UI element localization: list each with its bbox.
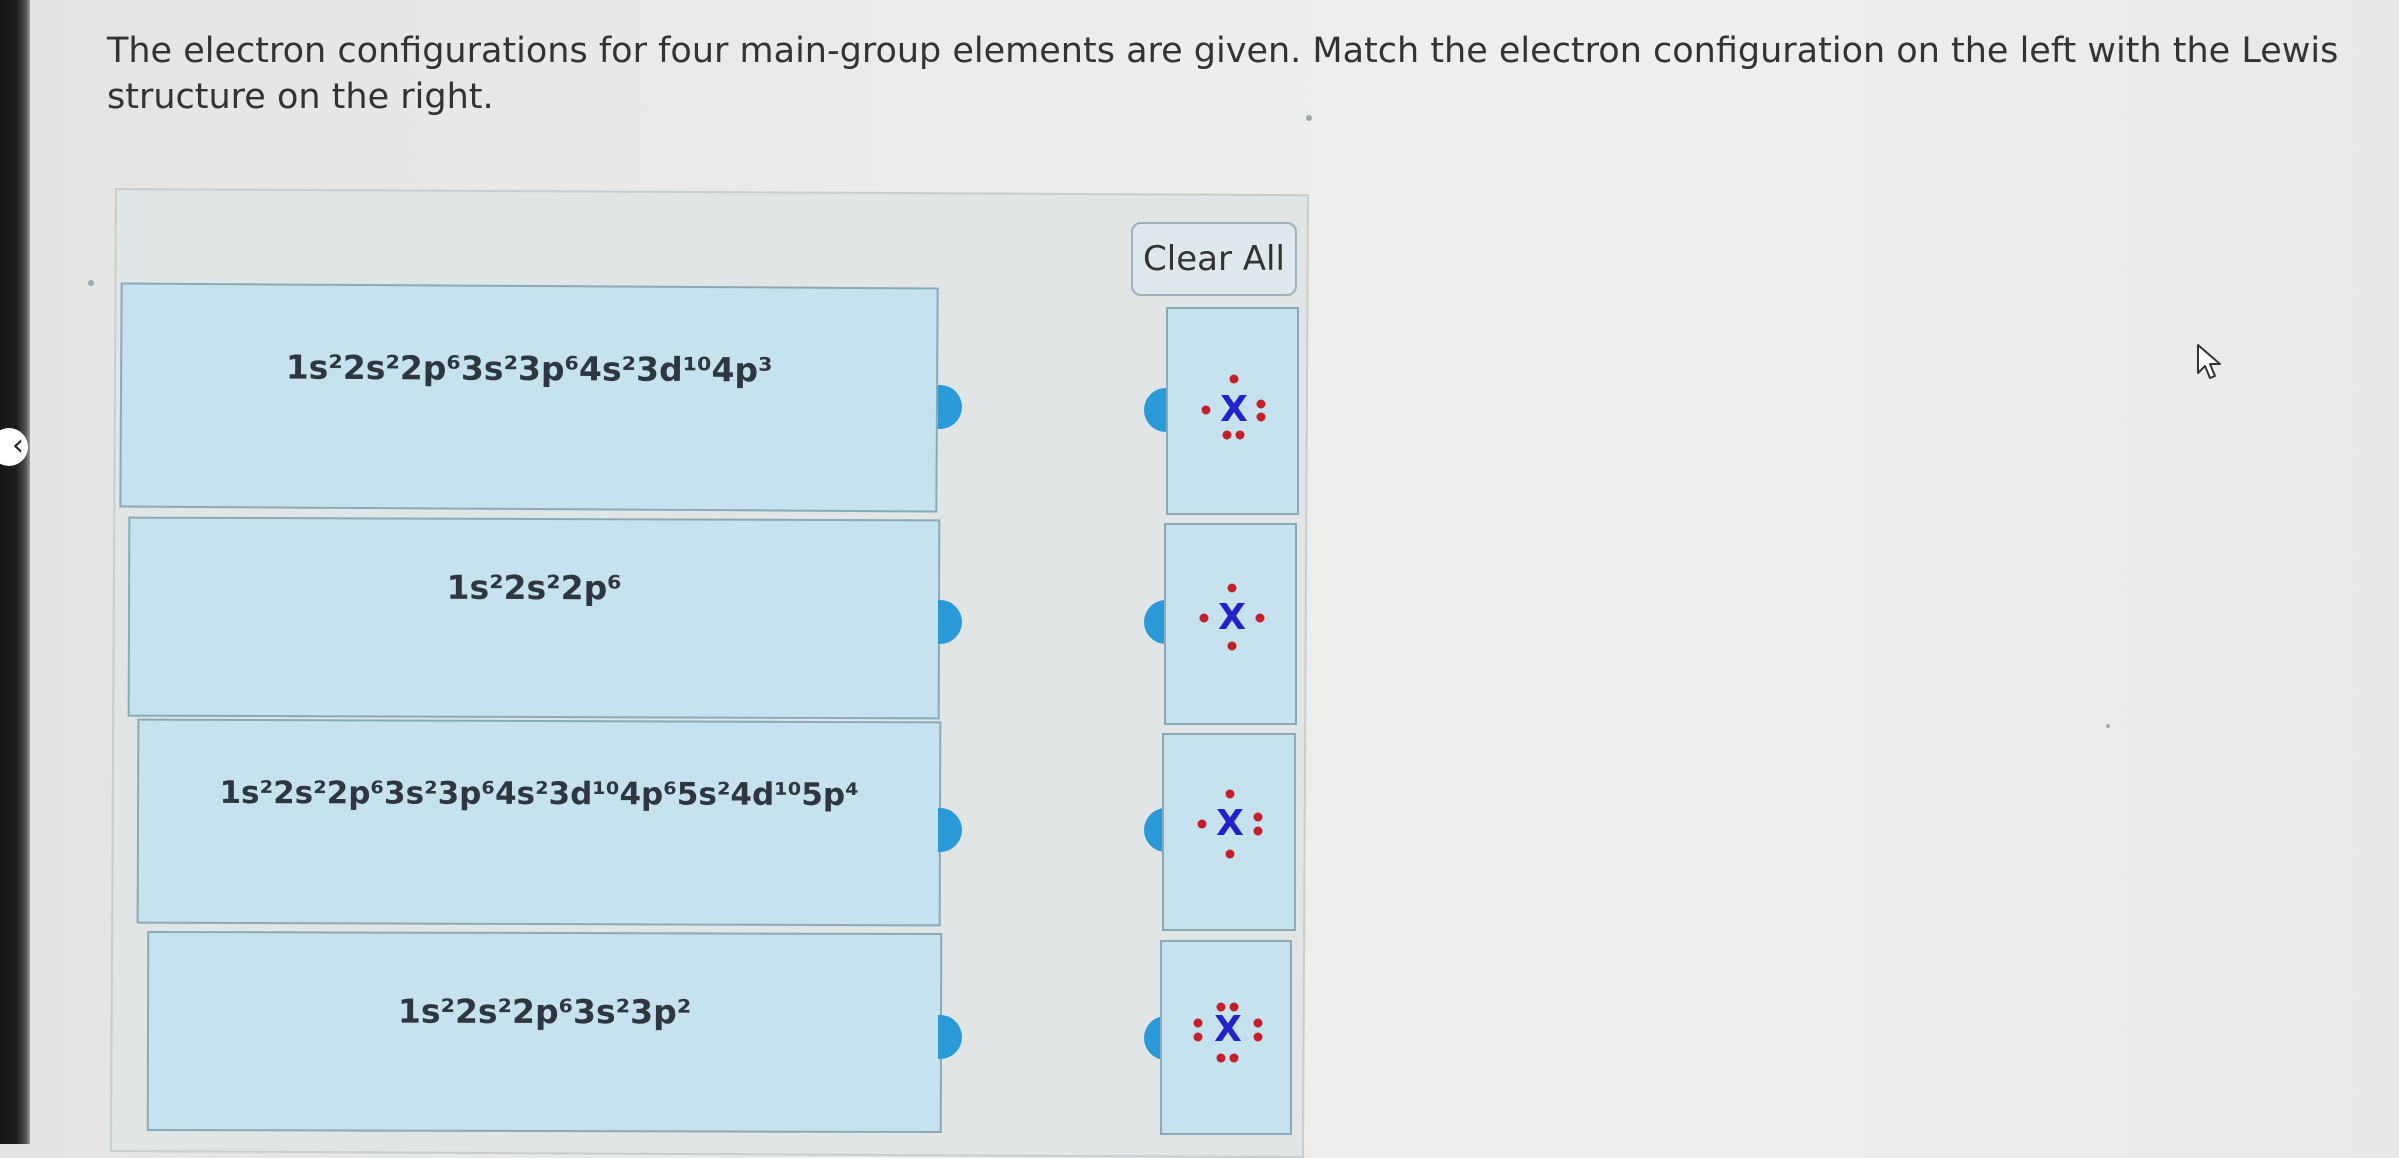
lewis-dot-diagram: X xyxy=(1201,374,1266,440)
config-text: 1s²2s²2p⁶3s²3p⁶4s²3d¹⁰4p⁶5s²4d¹⁰5p⁴ xyxy=(219,774,859,814)
config-tile-3[interactable]: 1s²2s²2p⁶3s²3p⁶4s²3d¹⁰4p⁶5s²4d¹⁰5p⁴ xyxy=(136,718,942,927)
lewis-tile-1[interactable]: X xyxy=(1166,307,1299,515)
dust-speck xyxy=(88,280,94,286)
clear-all-button[interactable]: Clear All xyxy=(1131,222,1297,296)
lewis-dot-diagram: X xyxy=(1199,583,1265,651)
element-symbol: X xyxy=(1216,803,1244,844)
question-text: The electron configurations for four mai… xyxy=(107,31,2339,117)
lewis-dot-diagram: X xyxy=(1193,1002,1263,1063)
lewis-dot-diagram: X xyxy=(1197,789,1263,859)
config-text: 1s²2s²2p⁶3s²3p⁶4s²3d¹⁰4p³ xyxy=(285,347,773,390)
dust-speck xyxy=(1306,115,1312,121)
screen-left-edge xyxy=(0,0,30,1144)
lewis-tile-3[interactable]: X xyxy=(1162,733,1296,931)
lewis-tile-4[interactable]: X xyxy=(1160,940,1292,1135)
element-symbol: X xyxy=(1214,1009,1242,1050)
dust-speck xyxy=(2106,724,2110,728)
config-tile-4[interactable]: 1s²2s²2p⁶3s²3p² xyxy=(146,930,943,1134)
config-tile-2[interactable]: 1s²2s²2p⁶ xyxy=(127,516,941,720)
mouse-cursor-icon xyxy=(2197,344,2221,379)
back-arrow-icon[interactable]: ‹ xyxy=(0,428,28,466)
config-text: 1s²2s²2p⁶ xyxy=(446,567,622,608)
config-tile-1[interactable]: 1s²2s²2p⁶3s²3p⁶4s²3d¹⁰4p³ xyxy=(119,282,939,513)
lewis-tile-2[interactable]: X xyxy=(1164,523,1297,725)
element-symbol: X xyxy=(1218,597,1246,638)
config-text: 1s²2s²2p⁶3s²3p² xyxy=(397,991,692,1032)
element-symbol: X xyxy=(1220,389,1248,430)
